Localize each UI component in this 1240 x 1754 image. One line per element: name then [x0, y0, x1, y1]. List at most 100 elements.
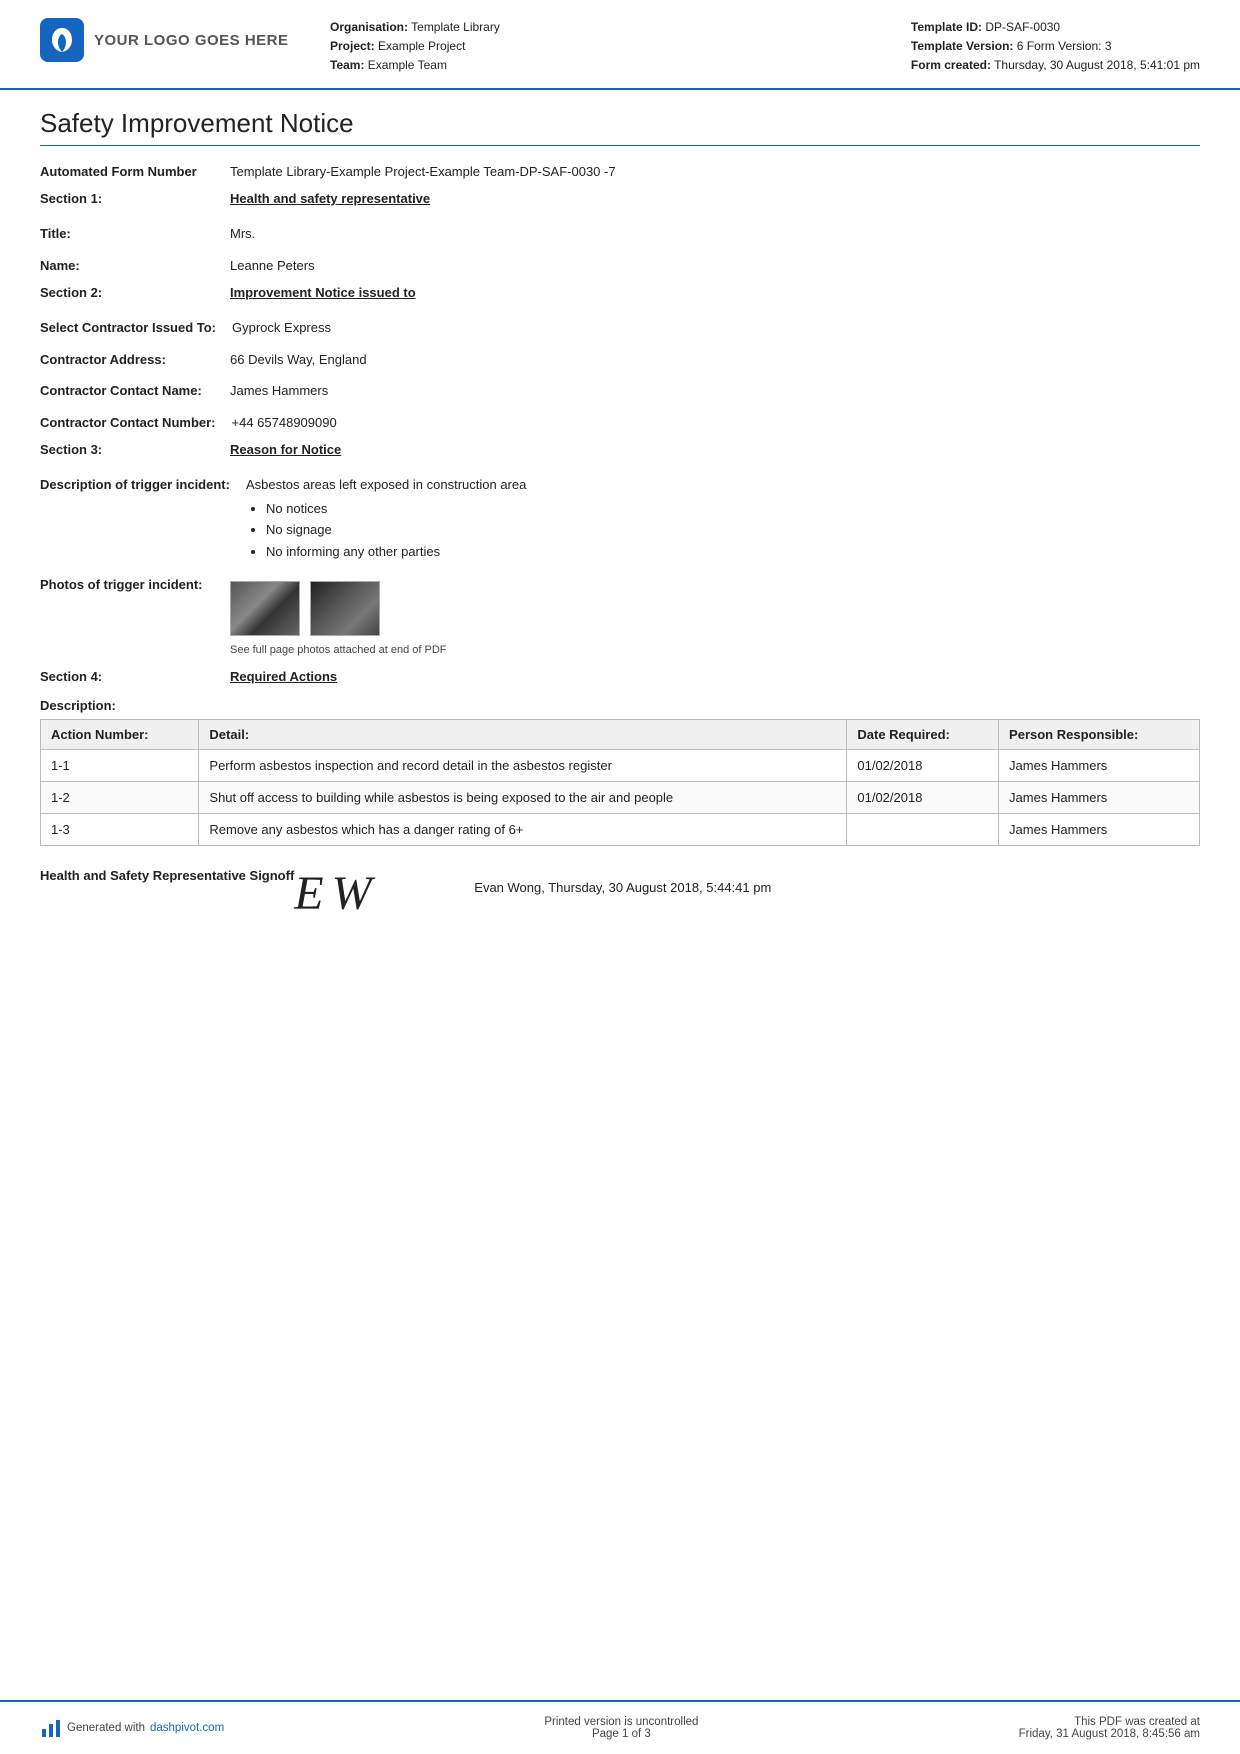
photo-caption: See full page photos attached at end of … [230, 642, 1200, 659]
table-row: 1-2 Shut off access to building while as… [41, 781, 1200, 813]
signature-text: E W [294, 870, 454, 918]
template-version-value: 6 [1017, 39, 1024, 53]
contractor-value: Gyprock Express [232, 316, 1200, 338]
form-number-label: Automated Form Number [40, 160, 230, 182]
logo-svg [48, 26, 76, 54]
team-line: Team: Example Team [330, 56, 911, 75]
footer-right: This PDF was created at Friday, 31 Augus… [1019, 1716, 1200, 1740]
row1-date: 01/02/2018 [847, 749, 999, 781]
version-line: Template Version: 6 Form Version: 3 [911, 37, 1200, 56]
signoff-label: Health and Safety Representative Signoff [40, 866, 294, 886]
print-text: Printed version is uncontrolled [544, 1716, 698, 1728]
org-label: Organisation: [330, 20, 408, 34]
project-line: Project: Example Project [330, 37, 911, 56]
document-title: Safety Improvement Notice [40, 108, 1200, 146]
col-date-required: Date Required: [847, 719, 999, 749]
trigger-bullet-list: No notices No signage No informing any o… [266, 499, 1200, 562]
org-line: Organisation: Template Library [330, 18, 911, 37]
signoff-signature: E W [294, 866, 454, 918]
form-created-value: Thursday, 30 August 2018, 5:41:01 pm [994, 58, 1200, 72]
footer: Generated with dashpivot.com Printed ver… [0, 1700, 1240, 1754]
row3-action-number: 1-3 [41, 813, 199, 845]
name-value: Leanne Peters [230, 254, 1200, 276]
template-version-label: Template Version: [911, 39, 1013, 53]
trigger-label: Description of trigger incident: [40, 473, 246, 495]
form-version-label: Form Version: [1027, 39, 1102, 53]
header-right: Template ID: DP-SAF-0030 Template Versio… [911, 18, 1200, 76]
section4-label: Section 4: [40, 669, 230, 684]
row2-person: James Hammers [999, 781, 1200, 813]
address-value: 66 Devils Way, England [230, 348, 1200, 370]
title-row: Title: Mrs. [40, 222, 1200, 244]
pdf-date: Friday, 31 August 2018, 8:45:56 am [1019, 1728, 1200, 1740]
main-content: Safety Improvement Notice Automated Form… [0, 90, 1240, 1700]
section3-value: Reason for Notice [230, 442, 341, 457]
page-text: Page 1 of 3 [544, 1728, 698, 1740]
contact-name-label: Contractor Contact Name: [40, 379, 230, 401]
logo-area: YOUR LOGO GOES HERE [40, 18, 300, 62]
contact-number-value: +44 65748909090 [232, 411, 1200, 433]
section3-label: Section 3: [40, 442, 230, 457]
trigger-description: Asbestos areas left exposed in construct… [246, 477, 526, 492]
table-row: 1-3 Remove any asbestos which has a dang… [41, 813, 1200, 845]
row1-person: James Hammers [999, 749, 1200, 781]
photo-container [230, 581, 1200, 636]
row3-detail: Remove any asbestos which has a danger r… [199, 813, 847, 845]
row2-date: 01/02/2018 [847, 781, 999, 813]
col-person-responsible: Person Responsible: [999, 719, 1200, 749]
brand-link[interactable]: dashpivot.com [150, 1722, 224, 1734]
bullet-item-2: No signage [266, 520, 1200, 540]
header: YOUR LOGO GOES HERE Organisation: Templa… [0, 0, 1240, 90]
section4-row: Section 4: Required Actions [40, 669, 1200, 684]
template-id-value: DP-SAF-0030 [985, 20, 1060, 34]
footer-left: Generated with dashpivot.com [40, 1717, 224, 1739]
section1-row: Section 1: Health and safety representat… [40, 191, 1200, 206]
form-created-label: Form created: [911, 58, 991, 72]
section2-value: Improvement Notice issued to [230, 285, 416, 300]
actions-table: Action Number: Detail: Date Required: Pe… [40, 719, 1200, 846]
section2-row: Section 2: Improvement Notice issued to [40, 285, 1200, 300]
contact-number-row: Contractor Contact Number: +44 657489090… [40, 411, 1200, 433]
photos-value: See full page photos attached at end of … [230, 573, 1200, 659]
photo-thumb-1 [230, 581, 300, 636]
project-value: Example Project [378, 39, 465, 53]
page: YOUR LOGO GOES HERE Organisation: Templa… [0, 0, 1240, 1754]
col-detail: Detail: [199, 719, 847, 749]
row3-date [847, 813, 999, 845]
contact-name-value: James Hammers [230, 379, 1200, 401]
footer-logo-icon [40, 1717, 62, 1739]
bullet-item-1: No notices [266, 499, 1200, 519]
photos-row: Photos of trigger incident: See full pag… [40, 573, 1200, 659]
logo-icon [40, 18, 84, 62]
row1-detail: Perform asbestos inspection and record d… [199, 749, 847, 781]
section4-value: Required Actions [230, 669, 337, 684]
row2-detail: Shut off access to building while asbest… [199, 781, 847, 813]
table-header-row: Action Number: Detail: Date Required: Pe… [41, 719, 1200, 749]
address-row: Contractor Address: 66 Devils Way, Engla… [40, 348, 1200, 370]
row2-action-number: 1-2 [41, 781, 199, 813]
form-number-row: Automated Form Number Template Library-E… [40, 160, 1200, 182]
title-label: Title: [40, 222, 230, 244]
team-label: Team: [330, 58, 364, 72]
trigger-row: Description of trigger incident: Asbesto… [40, 473, 1200, 563]
address-label: Contractor Address: [40, 348, 230, 370]
form-created-line: Form created: Thursday, 30 August 2018, … [911, 56, 1200, 75]
form-version-value: 3 [1105, 39, 1112, 53]
table-row: 1-1 Perform asbestos inspection and reco… [41, 749, 1200, 781]
table-section: Description: Action Number: Detail: Date… [40, 698, 1200, 846]
footer-center: Printed version is uncontrolled Page 1 o… [544, 1716, 698, 1740]
bullet-item-3: No informing any other parties [266, 542, 1200, 562]
pdf-text: This PDF was created at [1019, 1716, 1200, 1728]
photos-label: Photos of trigger incident: [40, 573, 230, 595]
org-value: Template Library [411, 20, 500, 34]
form-number-value: Template Library-Example Project-Example… [230, 160, 1200, 182]
table-desc-label: Description: [40, 698, 1200, 713]
name-label: Name: [40, 254, 230, 276]
section1-value: Health and safety representative [230, 191, 430, 206]
project-label: Project: [330, 39, 375, 53]
template-id-line: Template ID: DP-SAF-0030 [911, 18, 1200, 37]
template-id-label: Template ID: [911, 20, 982, 34]
generated-text: Generated with [67, 1722, 145, 1734]
table-header: Action Number: Detail: Date Required: Pe… [41, 719, 1200, 749]
title-value: Mrs. [230, 222, 1200, 244]
